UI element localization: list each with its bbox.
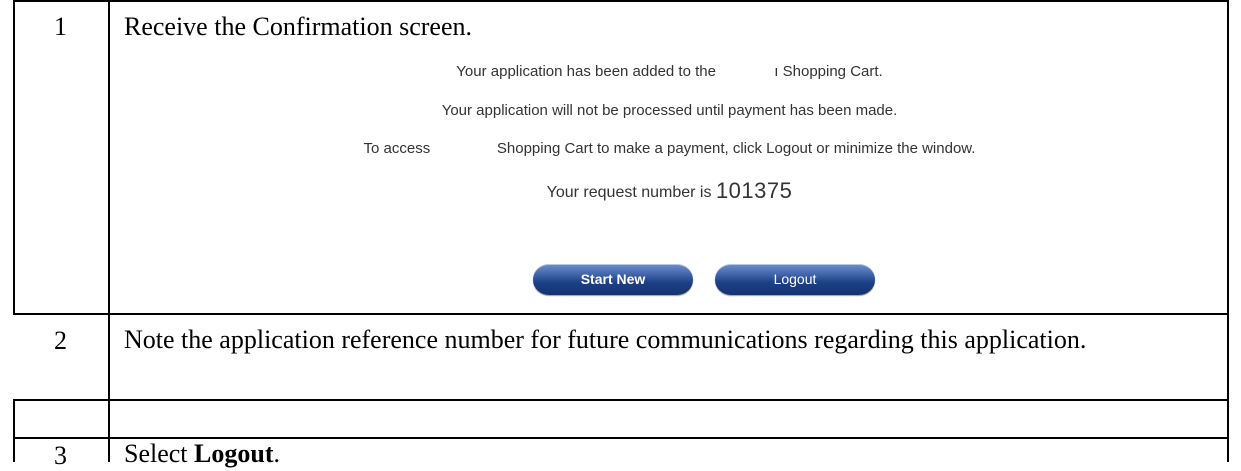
- added-to-cart-message: Your application has been added to the ı…: [456, 63, 883, 80]
- request-number-line: Your request number is 101375: [110, 176, 1229, 208]
- step-number: 3: [54, 441, 67, 470]
- step-number: 1: [54, 12, 67, 41]
- start-new-button[interactable]: Start New: [533, 264, 693, 295]
- instruction-table: 1 Receive the Confirmation screen. Your …: [13, 0, 1229, 470]
- row-divider: [13, 399, 1229, 401]
- step-text: Note the application reference number fo…: [124, 325, 1087, 354]
- row-divider: [13, 313, 1229, 315]
- table-border-top: [13, 0, 1229, 2]
- logout-emphasis: Logout: [194, 439, 274, 468]
- step-text: Select Logout.: [124, 437, 1204, 471]
- step-text-suffix: .: [273, 439, 281, 468]
- logout-button[interactable]: Logout: [715, 264, 875, 295]
- table-border-left: [13, 0, 15, 315]
- step-text: Receive the Confirmation screen.: [124, 12, 472, 41]
- confirmation-screenshot: Your application has been added to the ı…: [110, 58, 1229, 298]
- payment-required-message: Your application will not be processed u…: [441, 102, 898, 119]
- access-cart-message: To access Shopping Cart to make a paymen…: [363, 140, 976, 157]
- request-number-label: Your request number is: [546, 184, 712, 201]
- step-text-prefix: Select: [124, 439, 195, 468]
- request-number-value: 101375: [715, 178, 793, 203]
- step-number: 2: [54, 326, 67, 355]
